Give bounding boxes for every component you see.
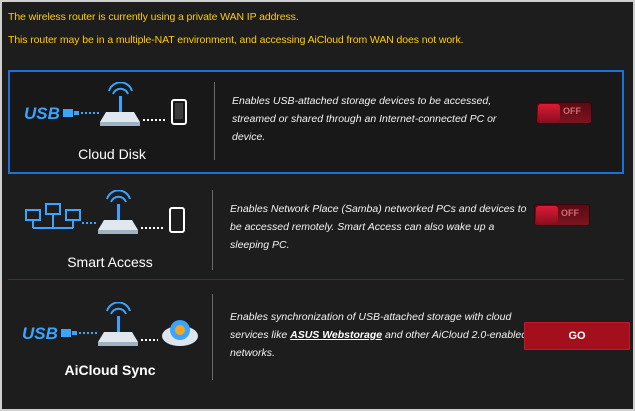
cloud-disk-toggle[interactable]: OFF: [536, 102, 592, 124]
smart-access-section: Smart Access Enables Network Place (Samb…: [8, 182, 620, 278]
toggle-knob: [538, 104, 560, 122]
mobile-device-icon: [169, 207, 185, 233]
router-icon: [98, 302, 138, 346]
wan-warning-line-1: The wireless router is currently using a…: [8, 11, 299, 23]
aicloud-sync-diagram: USB: [18, 302, 208, 348]
aicloud-sync-section: USB AiCloud Sync Enables synchronization…: [8, 280, 630, 399]
toggle-knob: [536, 206, 558, 224]
usb-logo-text: USB: [24, 104, 60, 123]
divider: [212, 294, 213, 380]
asus-webstorage-link[interactable]: ASUS Webstorage: [290, 329, 382, 341]
router-icon: [100, 82, 140, 126]
aicloud-sync-title: AiCloud Sync: [64, 362, 156, 378]
wan-warning-line-2: This router may be in a multiple-NAT env…: [8, 34, 464, 46]
cloud-disk-description: Enables USB-attached storage devices to …: [232, 95, 497, 143]
divider: [214, 82, 215, 160]
usb-drive-icon: USB: [24, 104, 79, 123]
router-icon: [98, 190, 138, 234]
usb-logo-text: USB: [22, 324, 58, 343]
usb-drive-icon: USB: [22, 324, 77, 343]
cloud-sync-icon: [162, 320, 198, 346]
network-pcs-icon: [25, 203, 81, 229]
aicloud-sync-go-button[interactable]: GO: [524, 322, 630, 350]
cloud-disk-section: USB Cloud Disk Enables USB-attached stor…: [8, 70, 624, 174]
toggle-state-label: OFF: [561, 208, 579, 218]
cloud-disk-diagram: USB: [20, 82, 210, 128]
aicloud-sync-description: Enables synchronization of USB-attached …: [230, 308, 530, 362]
aicloud-panel: The wireless router is currently using a…: [0, 0, 635, 411]
mobile-device-icon: [171, 99, 187, 125]
toggle-state-label: OFF: [563, 106, 581, 116]
smart-access-title: Smart Access: [67, 254, 153, 270]
smart-access-diagram: [18, 190, 208, 236]
divider: [212, 190, 213, 270]
smart-access-toggle[interactable]: OFF: [534, 204, 590, 226]
smart-access-description: Enables Network Place (Samba) networked …: [230, 203, 527, 251]
cloud-disk-title: Cloud Disk: [78, 146, 146, 162]
